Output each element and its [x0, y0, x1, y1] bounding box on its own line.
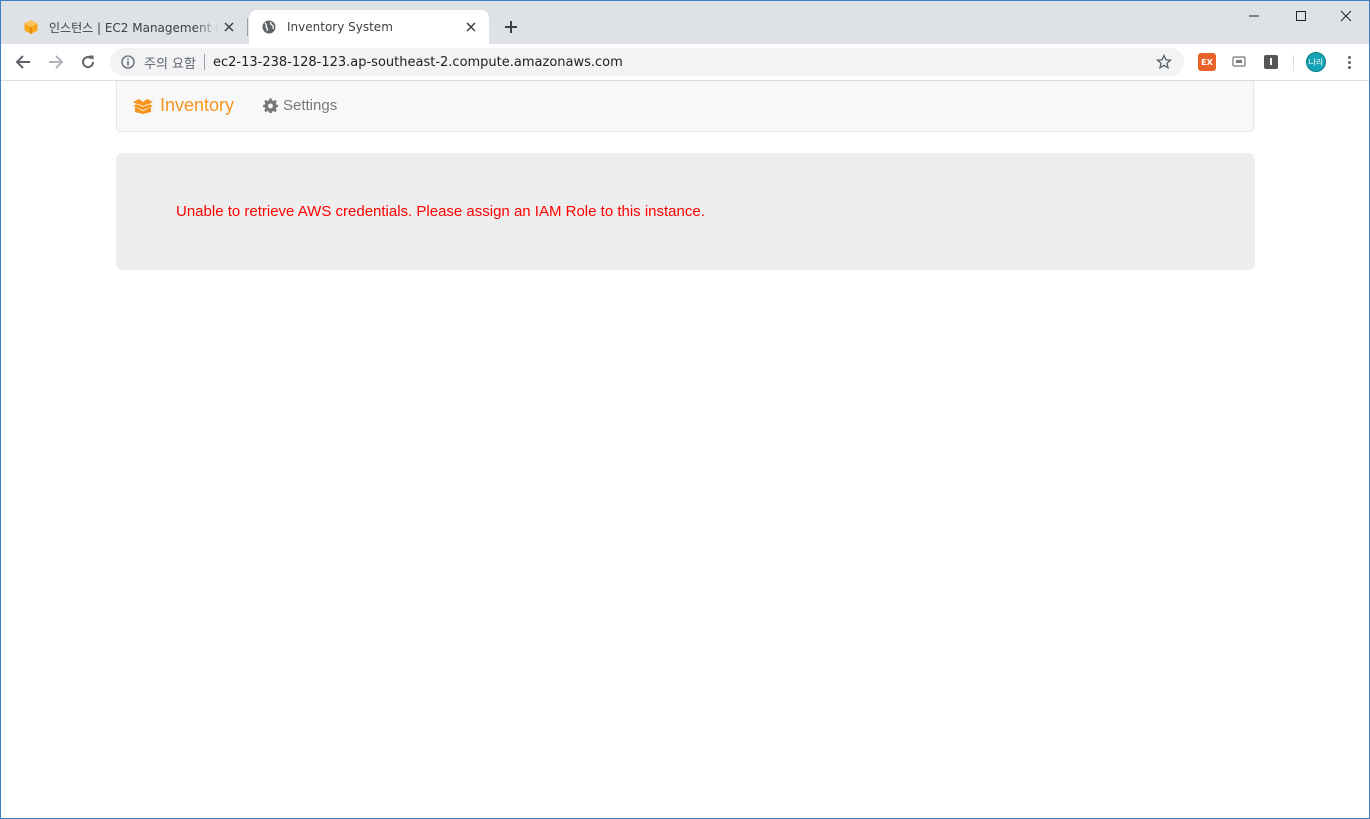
security-warning-label[interactable]: 주의 요함	[144, 53, 196, 72]
message-panel: Unable to retrieve AWS credentials. Plea…	[116, 153, 1255, 270]
maximize-icon	[1296, 11, 1306, 21]
plus-icon	[505, 21, 517, 33]
brand-link[interactable]: Inventory	[132, 95, 234, 116]
new-tab-button[interactable]	[499, 15, 523, 39]
error-message: Unable to retrieve AWS credentials. Plea…	[176, 203, 705, 220]
close-tab-icon[interactable]	[461, 17, 481, 37]
close-tab-icon[interactable]	[219, 17, 239, 37]
info-icon[interactable]	[120, 54, 136, 70]
forward-button[interactable]	[42, 48, 70, 76]
tab-title: Inventory System	[287, 20, 393, 34]
tab-title: 인스턴스 | EC2 Management Console	[49, 20, 219, 35]
reload-icon	[82, 55, 95, 69]
ex-extension-icon[interactable]: EX	[1198, 53, 1216, 71]
cast-extension-icon[interactable]	[1230, 53, 1248, 71]
arrow-left-icon	[15, 55, 30, 69]
tab-strip: 인스턴스 | EC2 Management Console Inventory …	[1, 1, 1369, 44]
brand-label: Inventory	[160, 95, 235, 115]
nav-link-label: Settings	[283, 97, 338, 114]
arrow-right-icon	[49, 55, 64, 69]
profile-avatar[interactable]: 나라	[1306, 52, 1326, 72]
minimize-button[interactable]	[1231, 1, 1277, 31]
minimize-icon	[1249, 15, 1259, 17]
tab-divider	[247, 18, 248, 36]
toolbar-divider	[1293, 55, 1294, 71]
page-content: Inventory Settings Unable to retrieve AW…	[1, 81, 1369, 818]
browser-window: 인스턴스 | EC2 Management Console Inventory …	[0, 0, 1370, 819]
tab-inventory-system[interactable]: Inventory System	[249, 10, 489, 44]
app-navbar: Inventory Settings	[116, 81, 1254, 132]
boxes-icon	[132, 98, 154, 114]
more-menu-icon[interactable]	[1339, 52, 1359, 72]
bookmark-star-icon[interactable]	[1150, 48, 1178, 76]
close-icon	[1340, 10, 1352, 22]
close-window-button[interactable]	[1323, 1, 1369, 31]
reload-button[interactable]	[74, 48, 102, 76]
aws-cube-icon	[23, 19, 39, 35]
browser-toolbar: 주의 요함 ec2-13-238-128-123.ap-southeast-2.…	[1, 44, 1369, 81]
i-extension-icon[interactable]: I	[1264, 55, 1278, 69]
back-button[interactable]	[9, 48, 37, 76]
tab-ec2-console[interactable]: 인스턴스 | EC2 Management Console	[11, 10, 247, 44]
url-text[interactable]: ec2-13-238-128-123.ap-southeast-2.comput…	[213, 55, 1150, 70]
address-divider	[203, 54, 205, 70]
gear-icon	[263, 98, 278, 114]
nav-link-settings[interactable]: Settings	[263, 97, 337, 114]
address-bar[interactable]: 주의 요함 ec2-13-238-128-123.ap-southeast-2.…	[110, 48, 1184, 76]
maximize-button[interactable]	[1278, 1, 1324, 31]
globe-icon	[261, 19, 277, 35]
